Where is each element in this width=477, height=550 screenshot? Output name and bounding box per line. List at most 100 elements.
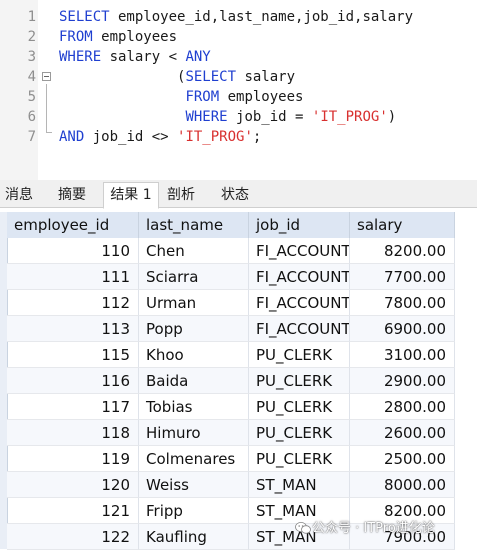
- cell-last-name[interactable]: Tobias: [139, 394, 249, 420]
- sql-text: (: [59, 69, 186, 85]
- line-number: 5: [27, 89, 36, 105]
- cell-salary[interactable]: 3100.00: [350, 342, 455, 368]
- table-row[interactable]: 118 Himuro PU_CLERK 2600.00: [0, 420, 455, 446]
- sql-keyword: SELECT: [59, 9, 110, 25]
- sql-text: employees: [92, 29, 178, 45]
- code-line[interactable]: 5 FROM employees: [0, 87, 477, 107]
- cell-employee-id[interactable]: 120: [7, 472, 139, 498]
- line-number: 6: [27, 109, 36, 125]
- cell-salary[interactable]: 7800.00: [350, 290, 455, 316]
- table-row[interactable]: 111 Sciarra FI_ACCOUNT 7700.00: [0, 264, 455, 290]
- cell-employee-id[interactable]: 117: [7, 394, 139, 420]
- cell-salary[interactable]: 6900.00: [350, 316, 455, 342]
- table-row[interactable]: 112 Urman FI_ACCOUNT 7800.00: [0, 290, 455, 316]
- tab-result-1[interactable]: 结果 1: [103, 182, 159, 209]
- cell-job-id[interactable]: PU_CLERK: [249, 394, 350, 420]
- line-number: 7: [27, 129, 36, 145]
- tab-messages[interactable]: 消息: [0, 183, 38, 208]
- fold-guide: [46, 84, 47, 132]
- cell-employee-id[interactable]: 110: [7, 238, 139, 264]
- cell-last-name[interactable]: Khoo: [139, 342, 249, 368]
- sql-text: ;: [252, 129, 262, 145]
- cell-salary[interactable]: 2600.00: [350, 420, 455, 446]
- result-tab-bar: 消息 摘要 结果 1 剖析 状态: [0, 180, 477, 209]
- wechat-icon: [295, 522, 311, 534]
- cell-employee-id[interactable]: 122: [7, 524, 139, 550]
- cell-employee-id[interactable]: 121: [7, 498, 139, 524]
- cell-salary[interactable]: 8000.00: [350, 472, 455, 498]
- cell-salary[interactable]: 7700.00: [350, 264, 455, 290]
- column-header-last-name[interactable]: last_name: [139, 212, 249, 238]
- sql-text: employees: [219, 89, 304, 105]
- sql-text: salary <: [101, 49, 186, 65]
- cell-employee-id[interactable]: 111: [7, 264, 139, 290]
- table-row[interactable]: 110 Chen FI_ACCOUNT 8200.00: [0, 238, 455, 264]
- sql-text: job_id =: [227, 109, 312, 125]
- sql-keyword: FROM: [185, 89, 220, 105]
- cell-employee-id[interactable]: 112: [7, 290, 139, 316]
- table-row[interactable]: 120 Weiss ST_MAN 8000.00: [0, 472, 455, 498]
- cell-last-name[interactable]: Weiss: [139, 472, 249, 498]
- cell-employee-id[interactable]: 116: [7, 368, 139, 394]
- cell-job-id[interactable]: FI_ACCOUNT: [249, 290, 350, 316]
- code-line[interactable]: 1 SELECT employee_id,last_name,job_id,sal…: [0, 7, 477, 27]
- grid-empty-area: [455, 212, 477, 549]
- cell-job-id[interactable]: PU_CLERK: [249, 446, 350, 472]
- table-row[interactable]: 117 Tobias PU_CLERK 2800.00: [0, 394, 455, 420]
- cell-job-id[interactable]: PU_CLERK: [249, 342, 350, 368]
- cell-employee-id[interactable]: 118: [7, 420, 139, 446]
- code-line[interactable]: 7 AND job_id <> 'IT_PROG';: [0, 127, 477, 147]
- column-header-job-id[interactable]: job_id: [249, 212, 350, 238]
- cell-salary[interactable]: 2800.00: [350, 394, 455, 420]
- tab-status[interactable]: 状态: [210, 183, 260, 208]
- code-line[interactable]: 3 WHERE salary < ANY: [0, 47, 477, 67]
- fold-toggle-icon[interactable]: [42, 72, 51, 81]
- sql-text: employee_id,last_name,job_id,salary: [109, 9, 414, 25]
- sql-text: ): [387, 109, 397, 125]
- table-row[interactable]: 113 Popp FI_ACCOUNT 6900.00: [0, 316, 455, 342]
- cell-last-name[interactable]: Baida: [139, 368, 249, 394]
- cell-job-id[interactable]: FI_ACCOUNT: [249, 316, 350, 342]
- cell-job-id[interactable]: FI_ACCOUNT: [249, 264, 350, 290]
- tab-summary[interactable]: 摘要: [50, 183, 94, 208]
- fold-guide-end: [46, 132, 52, 133]
- code-line[interactable]: 4 (SELECT salary: [0, 67, 477, 87]
- cell-salary[interactable]: 2900.00: [350, 368, 455, 394]
- cell-employee-id[interactable]: 119: [7, 446, 139, 472]
- cell-last-name[interactable]: Chen: [139, 238, 249, 264]
- sql-keyword: SELECT: [185, 69, 237, 85]
- sql-keyword: FROM: [59, 29, 93, 45]
- table-row[interactable]: 119 Colmenares PU_CLERK 2500.00: [0, 446, 455, 472]
- cell-job-id[interactable]: FI_ACCOUNT: [249, 238, 350, 264]
- sql-keyword: WHERE: [59, 49, 102, 65]
- sql-keyword: ANY: [185, 49, 211, 65]
- sql-keyword: WHERE: [185, 109, 228, 125]
- cell-job-id[interactable]: ST_MAN: [249, 472, 350, 498]
- code-text: AND job_id <> 'IT_PROG';: [59, 127, 261, 147]
- watermark-text: 公众号 · ITPro进化论: [312, 521, 435, 536]
- code-line[interactable]: 6 WHERE job_id = 'IT_PROG'): [0, 107, 477, 127]
- cell-employee-id[interactable]: 115: [7, 342, 139, 368]
- column-header-employee-id[interactable]: employee_id: [7, 212, 139, 238]
- cell-last-name[interactable]: Fripp: [139, 498, 249, 524]
- code-text: (SELECT salary: [59, 67, 295, 87]
- cell-employee-id[interactable]: 113: [7, 316, 139, 342]
- tab-profile[interactable]: 剖析: [160, 183, 202, 208]
- column-header-salary[interactable]: salary: [350, 212, 455, 238]
- cell-salary[interactable]: 8200.00: [350, 238, 455, 264]
- cell-last-name[interactable]: Himuro: [139, 420, 249, 446]
- sql-editor[interactable]: 1 SELECT employee_id,last_name,job_id,sal…: [0, 0, 477, 180]
- code-line[interactable]: 2 FROM employees: [0, 27, 477, 47]
- cell-last-name[interactable]: Sciarra: [139, 264, 249, 290]
- line-number: 2: [27, 29, 36, 45]
- table-row[interactable]: 115 Khoo PU_CLERK 3100.00: [0, 342, 455, 368]
- table-row[interactable]: 116 Baida PU_CLERK 2900.00: [0, 368, 455, 394]
- cell-job-id[interactable]: PU_CLERK: [249, 368, 350, 394]
- cell-last-name[interactable]: Kaufling: [139, 524, 249, 550]
- cell-job-id[interactable]: PU_CLERK: [249, 420, 350, 446]
- cell-salary[interactable]: 2500.00: [350, 446, 455, 472]
- cell-last-name[interactable]: Colmenares: [139, 446, 249, 472]
- cell-last-name[interactable]: Popp: [139, 316, 249, 342]
- cell-last-name[interactable]: Urman: [139, 290, 249, 316]
